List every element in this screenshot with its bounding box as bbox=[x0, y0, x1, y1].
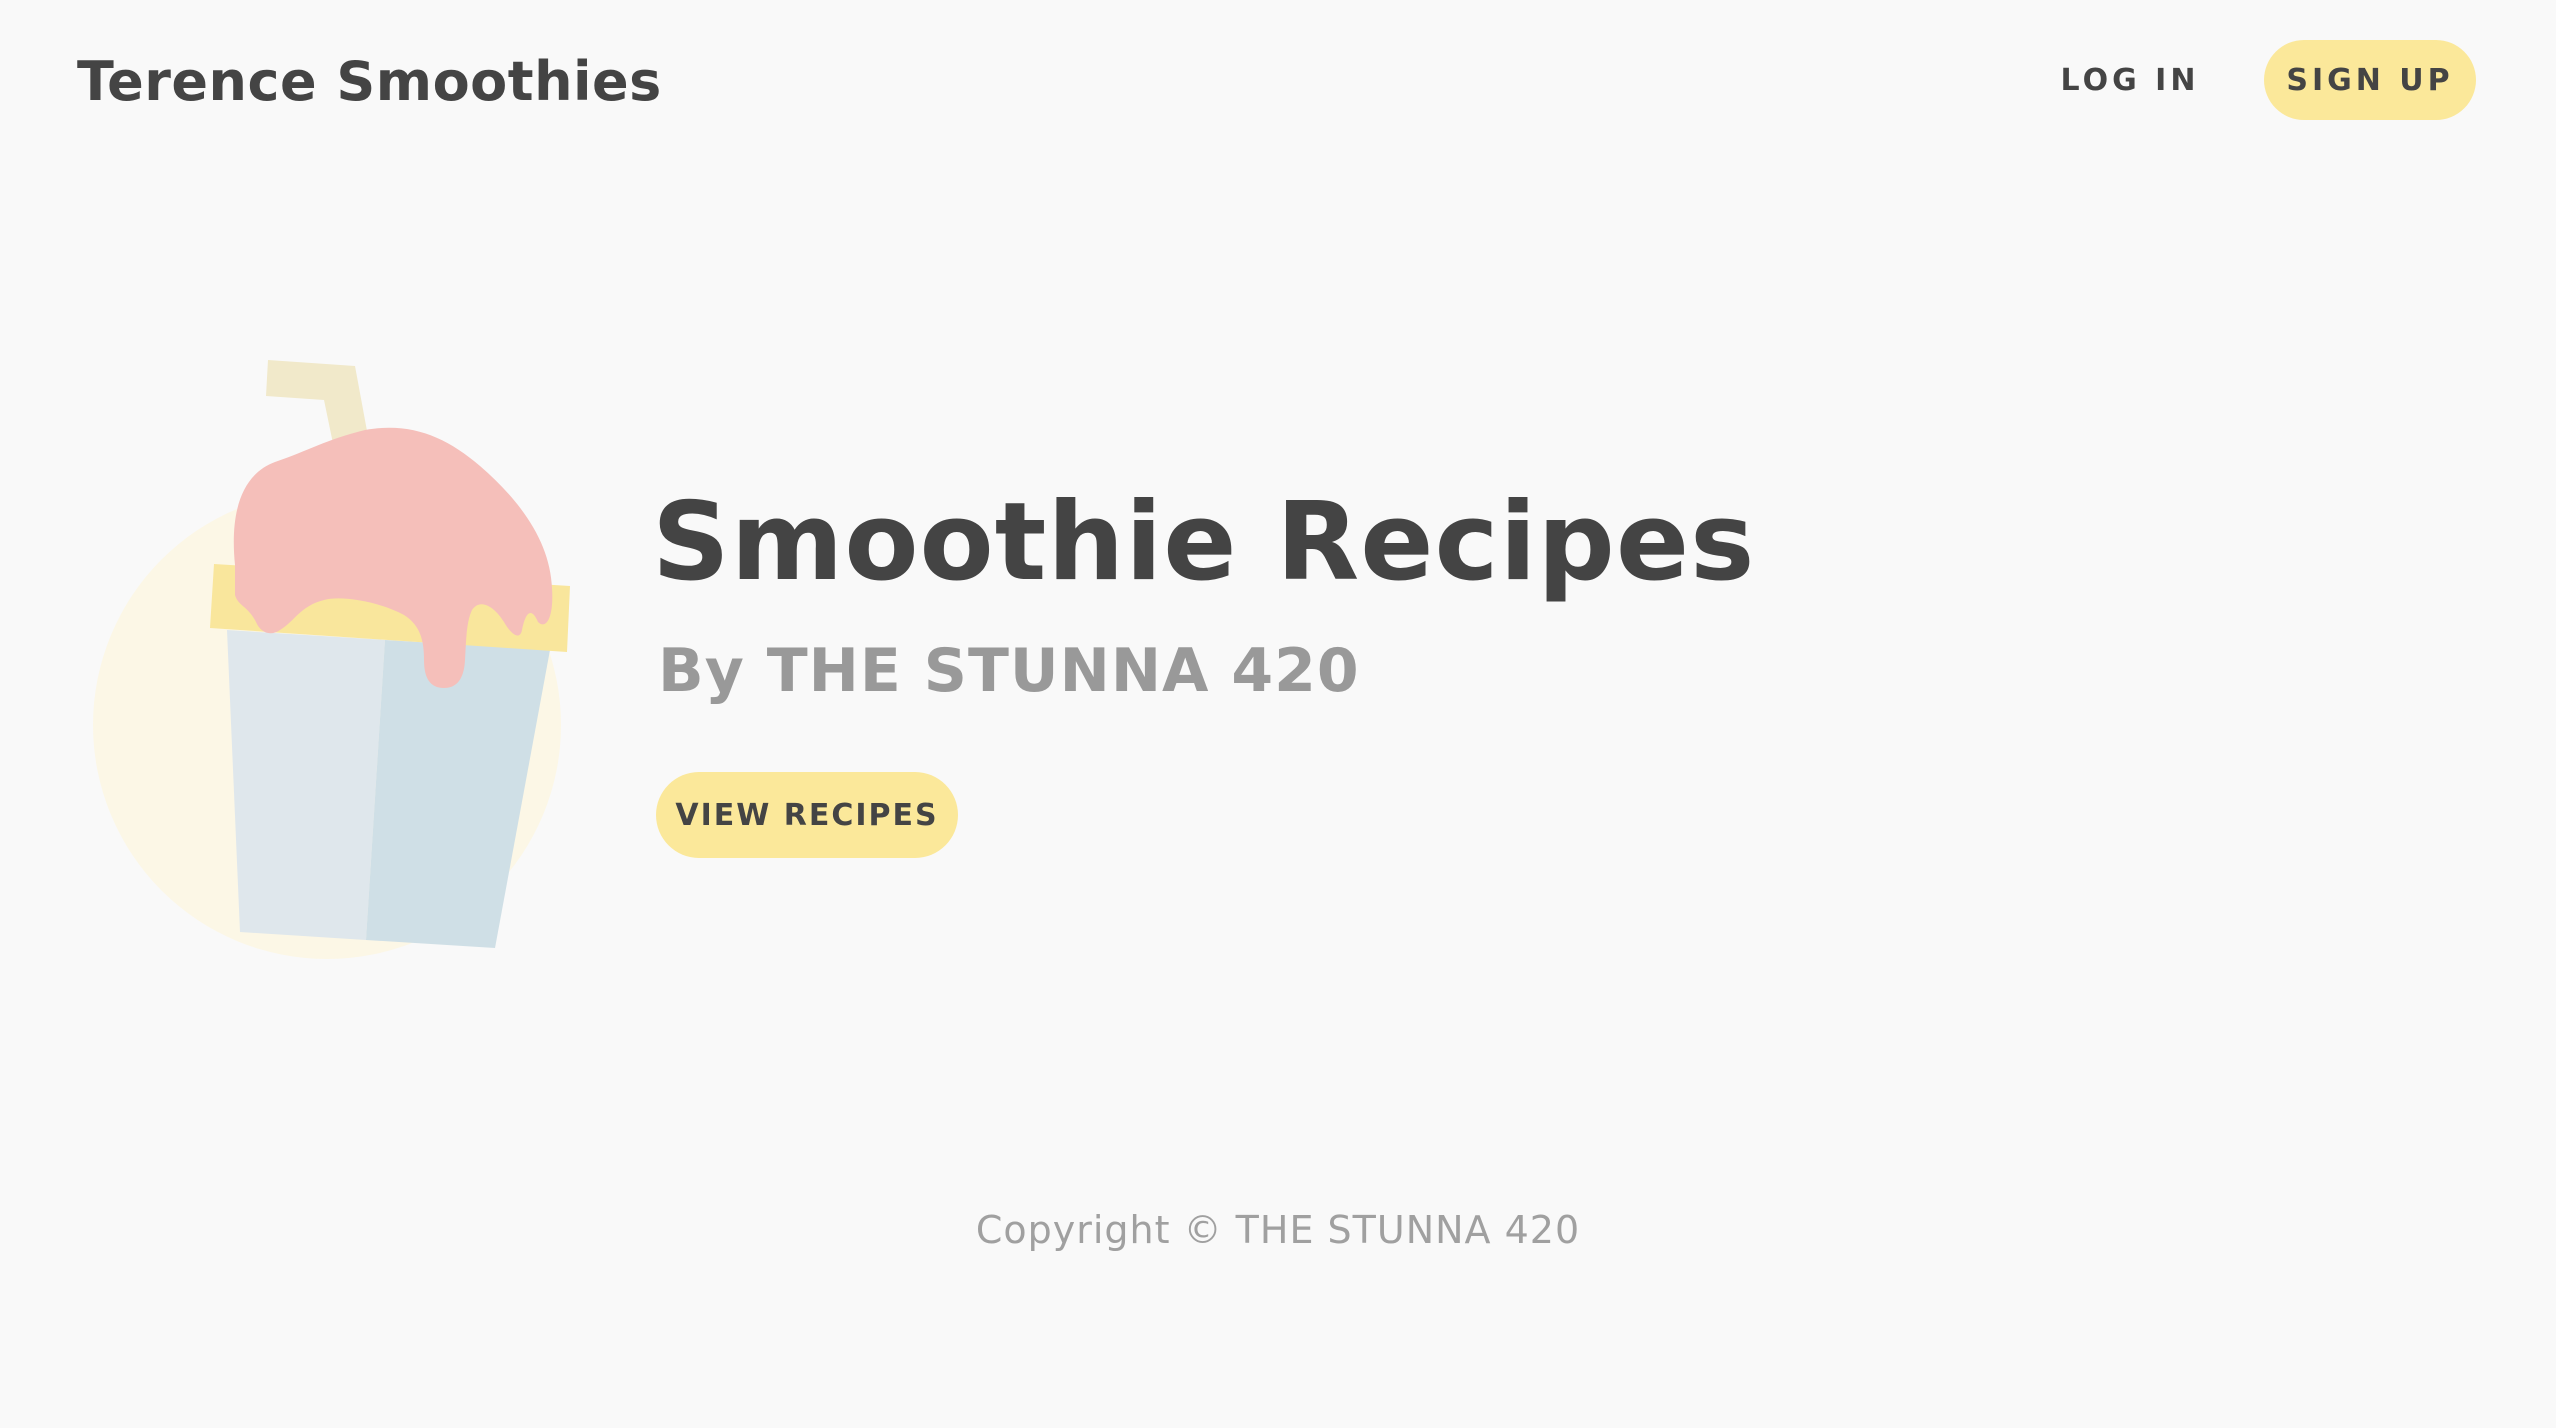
brand-logo[interactable]: Terence Smoothies bbox=[77, 50, 662, 113]
footer-copyright: Copyright © THE STUNNA 420 bbox=[975, 1208, 1581, 1252]
illustration-cup-dark bbox=[366, 640, 550, 948]
view-recipes-button[interactable]: VIEW RECIPES bbox=[656, 772, 958, 858]
smoothie-cup-icon bbox=[93, 360, 570, 959]
login-link[interactable]: LOG IN bbox=[2040, 40, 2220, 120]
hero-subtitle: By THE STUNNA 420 bbox=[658, 636, 1360, 706]
hero-title: Smoothie Recipes bbox=[652, 480, 1756, 605]
illustration-cup-light bbox=[227, 630, 385, 940]
signup-button[interactable]: SIGN UP bbox=[2264, 40, 2476, 120]
landing-page: Terence Smoothies LOG IN SIGN UP Smoothi… bbox=[0, 0, 2556, 1428]
